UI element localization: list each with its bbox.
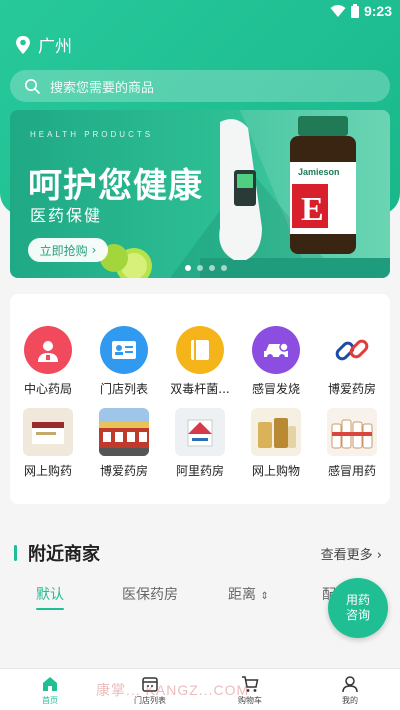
grid-item-ali-pharmacy[interactable]: 阿里药房: [162, 408, 238, 479]
grid-item-store-list[interactable]: 门店列表: [86, 326, 162, 397]
city-label: 广州: [38, 37, 72, 57]
buy-now-label: 立即抢购: [39, 243, 88, 258]
grid-item-botulinum[interactable]: 双毒杆菌...: [162, 326, 238, 397]
nav-label: 首页: [42, 696, 58, 705]
search-bar[interactable]: 搜索您需要的商品: [10, 70, 390, 102]
grid-item-cold-fever[interactable]: 感冒发烧: [238, 326, 314, 397]
category-grid: 中心药局 门店列表 双毒杆菌... 感冒发烧 博爱药房 网上购药 博爱药房 阿里…: [10, 294, 390, 504]
grid-item-online-shopping[interactable]: 网上购物: [238, 408, 314, 479]
grid-item-label: 阿里药房: [175, 464, 224, 478]
active-tab-indicator: [36, 608, 64, 610]
nav-label: 门店列表: [134, 696, 166, 705]
product-box-image: [23, 408, 73, 456]
carousel-dot[interactable]: [197, 265, 203, 271]
pharmacist-icon: [24, 326, 72, 374]
supplement-bottles-image: [251, 408, 301, 456]
carousel-dot[interactable]: [185, 265, 191, 271]
nav-label: 我的: [342, 696, 358, 705]
banner-caption: HEALTH PRODUCTS: [30, 130, 154, 139]
grid-item-online-medicine[interactable]: 网上购药: [10, 408, 86, 479]
tab-default[interactable]: 默认: [36, 584, 64, 604]
nav-label: 购物车: [238, 696, 262, 705]
grid-item-cold-medicine[interactable]: 感冒用药: [314, 408, 390, 479]
grid-item-boai-pharmacy[interactable]: 博爱药房: [314, 326, 390, 397]
grid-item-label: 网上购药: [23, 464, 72, 478]
cart-icon: [242, 676, 259, 692]
battery-icon: [350, 4, 359, 18]
promo-banner[interactable]: Jamieson E HEALTH PRODUCTS 呵护您健康 医药保健 立即…: [10, 110, 390, 278]
buy-now-button[interactable]: 立即抢购 ›: [28, 238, 108, 262]
status-time: 9:23: [363, 3, 392, 19]
medication-consult-button[interactable]: 用药 咨询: [328, 578, 388, 638]
user-icon: [342, 676, 358, 693]
car-icon: [252, 326, 300, 374]
nav-store-list[interactable]: 门店列表: [100, 669, 200, 710]
location-selector[interactable]: 广州: [14, 32, 72, 57]
medicine-box-image: [175, 408, 225, 456]
grid-item-center-pharmacy[interactable]: 中心药局: [10, 326, 86, 397]
nearby-section-header: 附近商家 查看更多 ›: [10, 540, 390, 566]
product-brand: Jamieson: [298, 167, 340, 177]
nav-profile[interactable]: 我的: [300, 669, 400, 710]
search-icon: [25, 79, 40, 94]
product-letter: E: [301, 191, 324, 228]
carousel-dots: [185, 265, 227, 271]
grid-item-label: 博爱药房: [99, 464, 148, 478]
carousel-dot[interactable]: [221, 265, 227, 271]
book-icon: [176, 326, 224, 374]
tab-insurance-pharmacy[interactable]: 医保药房: [122, 584, 178, 604]
link-icon: [328, 326, 376, 374]
grid-item-label: 门店列表: [99, 382, 148, 396]
fab-line1: 用药: [345, 593, 370, 607]
nav-home[interactable]: 首页: [0, 669, 100, 710]
grid-item-label: 感冒用药: [327, 464, 376, 478]
grid-item-label: 博爱药房: [327, 382, 376, 396]
fab-line2: 咨询: [345, 608, 370, 622]
home-icon: [43, 677, 57, 691]
vitamin-bottle-image: [290, 116, 356, 254]
tab-distance[interactable]: 距离 ⇕: [228, 584, 269, 604]
banner-headline: 呵护您健康: [28, 166, 203, 206]
grid-item-label: 感冒发烧: [251, 382, 300, 396]
nearby-title: 附近商家: [28, 544, 100, 565]
sort-icon: ⇕: [260, 591, 269, 602]
banner-subtitle: 医药保健: [30, 206, 103, 225]
grid-item-label: 双毒杆菌...: [170, 382, 230, 396]
section-accent-bar: [14, 545, 17, 561]
medicine-bottles-image: [327, 408, 377, 456]
status-bar: 9:23: [0, 0, 400, 24]
location-pin-icon: [16, 35, 30, 54]
pharmacy-building-image: [99, 408, 149, 456]
wifi-icon: [330, 5, 346, 17]
chevron-right-icon: ›: [91, 243, 97, 257]
nav-cart[interactable]: 购物车: [200, 669, 300, 710]
see-more-link[interactable]: 查看更多 ›: [321, 544, 382, 563]
grid-item-label: 中心药局: [23, 382, 72, 396]
carousel-dot[interactable]: [209, 265, 215, 271]
grid-item-label: 网上购物: [251, 464, 300, 478]
grid-item-boai-pharmacy-2[interactable]: 博爱药房: [86, 408, 162, 479]
id-card-icon: [100, 326, 148, 374]
store-icon: [142, 677, 158, 692]
tab-distance-label: 距离: [228, 587, 256, 603]
see-more-label: 查看更多: [320, 548, 373, 563]
search-placeholder: 搜索您需要的商品: [50, 80, 155, 96]
chevron-right-icon: ›: [376, 548, 382, 563]
bottom-navigation: 首页 门店列表 购物车 我的: [0, 668, 400, 710]
